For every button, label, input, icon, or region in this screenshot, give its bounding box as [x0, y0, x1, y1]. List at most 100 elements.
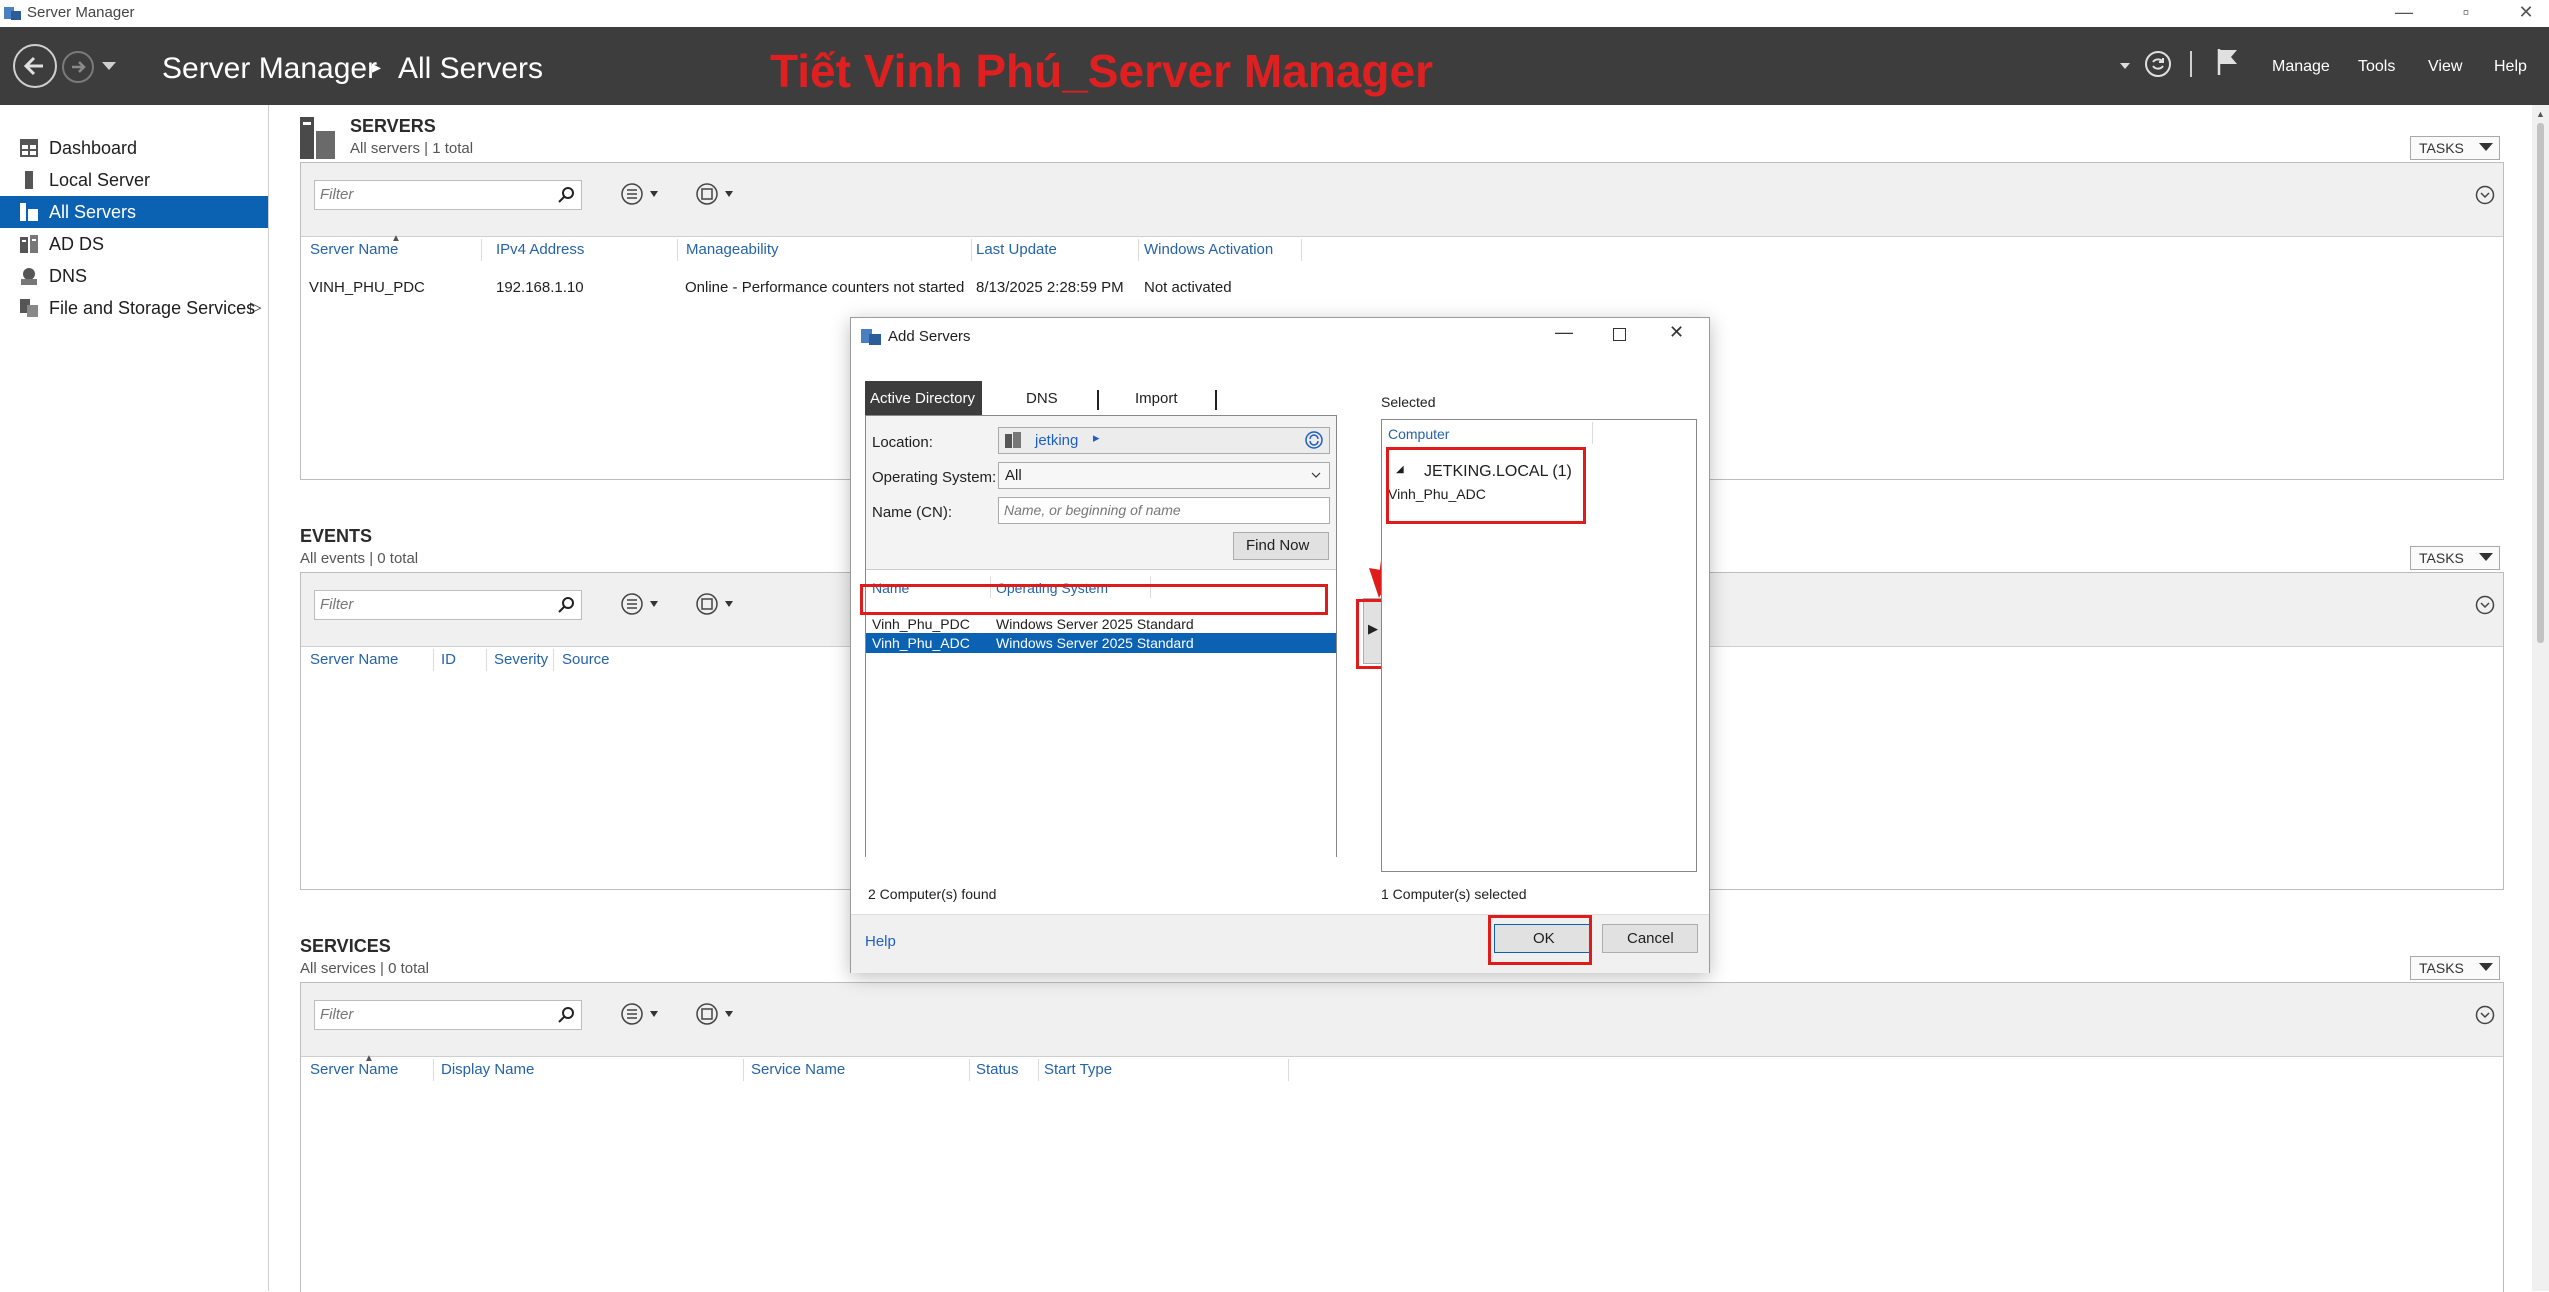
col-server-name[interactable]: Server Name	[310, 651, 398, 668]
col-last-update[interactable]: Last Update	[976, 241, 1057, 258]
refresh-icon[interactable]	[1305, 431, 1323, 449]
tasks-dropdown-icon	[2479, 963, 2493, 971]
col-id[interactable]: ID	[441, 651, 456, 668]
services-filter-input[interactable]: Filter	[314, 1000, 582, 1030]
servers-toolbar: Filter	[301, 163, 2503, 237]
scroll-up-icon[interactable]: ▲	[2536, 109, 2545, 119]
list-view-options-icon[interactable]	[621, 1003, 661, 1025]
dialog-maximize-button[interactable]	[1613, 328, 1626, 341]
list-view-options-icon[interactable]	[621, 183, 661, 205]
annotation-overlay-title: Tiết Vinh Phú_Server Manager	[770, 45, 1433, 97]
sidebar-item-dashboard[interactable]: Dashboard	[0, 132, 268, 164]
menu-tools[interactable]: Tools	[2358, 58, 2395, 76]
maximize-button[interactable]: ▫	[2446, 2, 2486, 23]
cell-server-name: VINH_PHU_PDC	[309, 279, 425, 296]
dialog-minimize-button[interactable]: —	[1555, 322, 1573, 343]
sidebar-item-label: Local Server	[49, 170, 151, 190]
tab-import[interactable]: Import	[1135, 390, 1178, 407]
refresh-button[interactable]	[2144, 50, 2172, 78]
location-expand-icon[interactable]: ▸	[1093, 430, 1100, 446]
events-filter-input[interactable]: Filter	[314, 590, 582, 620]
col-service-name[interactable]: Service Name	[751, 1061, 845, 1078]
col-start-type[interactable]: Start Type	[1044, 1061, 1112, 1078]
column-divider	[971, 239, 972, 261]
services-tasks-button[interactable]: TASKS	[2410, 956, 2500, 980]
services-toolbar: Filter	[301, 983, 2503, 1057]
location-value[interactable]: jetking	[1035, 432, 1078, 449]
column-divider	[1038, 1059, 1039, 1081]
menu-manage[interactable]: Manage	[2272, 58, 2330, 76]
collapse-section-icon[interactable]	[2475, 1005, 2495, 1025]
collapse-section-icon[interactable]	[2475, 595, 2495, 615]
name-input[interactable]: Name, or beginning of name	[998, 497, 1330, 524]
result-row[interactable]: Vinh_Phu_PDC Windows Server 2025 Standar…	[866, 614, 1336, 634]
list-view-options-icon[interactable]	[621, 593, 661, 615]
location-field[interactable]: jetking ▸	[998, 427, 1330, 454]
notifications-button[interactable]	[2215, 47, 2241, 77]
expand-chevron-icon[interactable]: ▷	[250, 298, 262, 316]
col-ipv4[interactable]: IPv4 Address	[496, 241, 584, 258]
events-tasks-button[interactable]: TASKS	[2410, 546, 2500, 570]
adds-icon	[20, 235, 38, 253]
servers-filter-input[interactable]: Filter	[314, 180, 582, 210]
col-status[interactable]: Status	[976, 1061, 1019, 1078]
help-link[interactable]: Help	[865, 933, 896, 950]
scrollbar-thumb[interactable]	[2537, 123, 2544, 643]
servers-tasks-button[interactable]: TASKS	[2410, 136, 2500, 160]
sidebar-item-file-storage[interactable]: File and Storage Services ▷	[0, 292, 268, 324]
search-icon[interactable]	[558, 186, 575, 203]
search-icon[interactable]	[558, 1006, 575, 1023]
collapse-section-icon[interactable]	[2475, 185, 2495, 205]
col-server-name[interactable]: Server Name	[310, 1061, 398, 1078]
sidebar-item-local-server[interactable]: Local Server	[0, 164, 268, 196]
menu-help[interactable]: Help	[2494, 58, 2527, 76]
column-divider	[481, 239, 482, 261]
os-dropdown[interactable]: All	[998, 462, 1330, 489]
col-display-name[interactable]: Display Name	[441, 1061, 534, 1078]
save-query-icon[interactable]	[696, 183, 736, 205]
dialog-close-button[interactable]: ✕	[1669, 322, 1684, 343]
sidebar-item-all-servers[interactable]: All Servers	[0, 196, 268, 228]
cell-manageability: Online - Performance counters not starte…	[685, 279, 965, 296]
dialog-footer: Help OK Cancel	[851, 914, 1709, 973]
col-severity[interactable]: Severity	[494, 651, 548, 668]
flag-icon	[2217, 49, 2237, 75]
find-now-button[interactable]: Find Now	[1233, 532, 1329, 560]
sort-ascending-icon: ▲	[364, 1053, 374, 1064]
sidebar-item-dns[interactable]: DNS	[0, 260, 268, 292]
forward-button[interactable]	[62, 51, 94, 83]
sidebar-item-ad-ds[interactable]: AD DS	[0, 228, 268, 260]
col-windows-activation[interactable]: Windows Activation	[1144, 241, 1273, 258]
close-window-button[interactable]: ✕	[2506, 2, 2546, 23]
cancel-button[interactable]: Cancel	[1602, 924, 1698, 953]
servers-title: SERVERS	[350, 116, 436, 136]
dashboard-icon	[20, 139, 38, 157]
col-source[interactable]: Source	[562, 651, 610, 668]
menu-view[interactable]: View	[2428, 58, 2462, 76]
tab-active-directory[interactable]: Active Directory	[865, 381, 982, 415]
file-storage-icon	[20, 299, 38, 317]
col-server-name[interactable]: Server Name	[310, 241, 398, 258]
services-subtitle: All services | 0 total	[300, 960, 429, 977]
result-name: Vinh_Phu_PDC	[872, 616, 970, 632]
column-divider	[486, 649, 487, 671]
history-dropdown-icon[interactable]	[102, 62, 116, 70]
search-icon[interactable]	[558, 596, 575, 613]
save-query-icon[interactable]	[696, 1003, 736, 1025]
breadcrumb-root[interactable]: Server Manager	[162, 52, 377, 86]
col-manageability[interactable]: Manageability	[686, 241, 779, 258]
server-manager-app-icon	[4, 7, 21, 20]
table-row[interactable]: VINH_PHU_PDC 192.168.1.10 Online - Perfo…	[301, 275, 2503, 301]
all-servers-icon	[20, 203, 38, 221]
tab-dns[interactable]: DNS	[1026, 390, 1058, 407]
refresh-dropdown-icon[interactable]	[2120, 63, 2130, 69]
save-query-icon[interactable]	[696, 593, 736, 615]
main-scrollbar[interactable]: ▲	[2532, 105, 2549, 1291]
minimize-button[interactable]: —	[2384, 2, 2424, 23]
name-label: Name (CN):	[872, 504, 953, 521]
result-row-selected[interactable]: Vinh_Phu_ADC Windows Server 2025 Standar…	[866, 633, 1336, 653]
selected-col-computer[interactable]: Computer	[1388, 426, 1449, 442]
tab-divider	[1097, 390, 1099, 410]
back-button[interactable]	[13, 44, 57, 88]
annotation-highlight-selected	[1386, 447, 1586, 524]
